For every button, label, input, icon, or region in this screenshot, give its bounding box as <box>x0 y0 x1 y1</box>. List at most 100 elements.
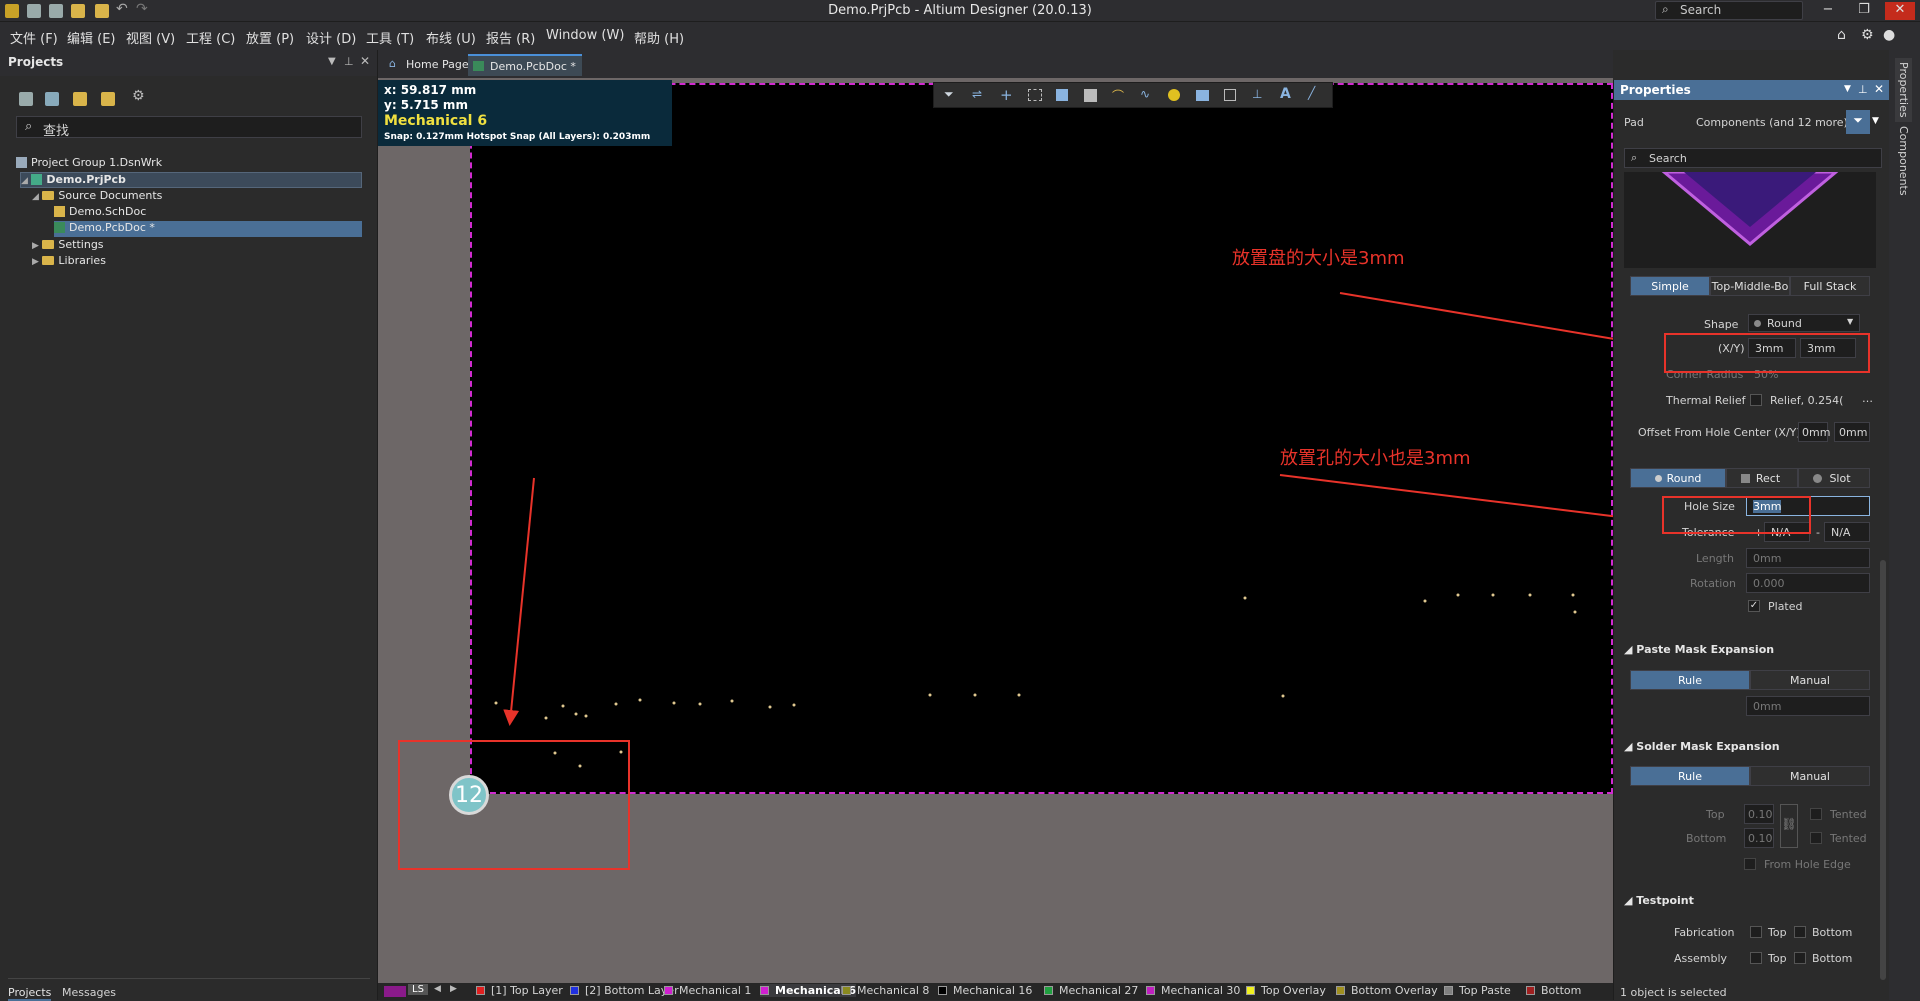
tab-messages[interactable]: Messages <box>62 986 116 999</box>
tab-simple[interactable]: Simple <box>1630 276 1710 296</box>
pin-icon[interactable]: ⊥ <box>344 55 354 68</box>
panel-menu-icon[interactable]: ▼ <box>328 56 336 67</box>
tented-bottom-checkbox[interactable] <box>1810 832 1822 844</box>
solder-manual-tab[interactable]: Manual <box>1750 766 1870 786</box>
interactive-route-icon[interactable]: ⇌ <box>972 87 982 101</box>
close-panel-icon[interactable]: ✕ <box>360 54 370 68</box>
testpoint-section[interactable]: ◢ Testpoint <box>1624 894 1694 907</box>
user-icon[interactable]: ● <box>1883 27 1895 43</box>
diff-pair-icon[interactable]: ∿ <box>1140 87 1150 101</box>
tab-pcbdoc[interactable]: Demo.PcbDoc * <box>468 54 582 76</box>
solder-top-input[interactable]: 0.10 <box>1744 804 1774 824</box>
tree-project-group[interactable]: Project Group 1.DsnWrk <box>16 156 162 172</box>
layer-tab[interactable]: Mechanical 8 <box>842 984 929 997</box>
shape-select[interactable]: Round ▼ <box>1748 314 1860 332</box>
rotation-input[interactable]: 0.000 <box>1746 573 1870 593</box>
layer-tab[interactable]: Bottom <box>1526 984 1581 997</box>
fab-top-checkbox[interactable] <box>1750 926 1762 938</box>
properties-scrollbar[interactable] <box>1880 560 1886 980</box>
collapse-icon[interactable]: ▶ <box>32 241 39 251</box>
tree-schdoc[interactable]: Demo.SchDoc <box>54 205 146 221</box>
tab-top-middle-bottom[interactable]: Top-Middle-Bo <box>1710 276 1790 296</box>
menu-view[interactable]: 视图 (V) <box>126 28 175 47</box>
tree-source-documents[interactable]: ◢ Source Documents <box>32 189 162 205</box>
add-icon[interactable]: + <box>1000 86 1013 104</box>
home-icon[interactable]: ⌂ <box>1837 27 1846 43</box>
menu-tools[interactable]: 工具 (T) <box>366 28 414 47</box>
layer-tab[interactable]: Mechanical 27 <box>1044 984 1138 997</box>
text-icon[interactable]: A <box>1280 86 1291 102</box>
close-button[interactable]: ✕ <box>1885 2 1915 20</box>
layer-tab[interactable]: Mechanical 16 <box>938 984 1032 997</box>
hole-round-tab[interactable]: Round <box>1630 468 1726 488</box>
tree-settings[interactable]: ▶ Settings <box>32 238 104 254</box>
side-tab-properties[interactable]: Properties <box>1895 58 1912 122</box>
current-layer-swatch[interactable] <box>384 986 406 997</box>
pad-icon[interactable] <box>1168 89 1180 101</box>
from-hole-edge-checkbox[interactable] <box>1744 858 1756 870</box>
filter-icon[interactable]: ⏷ <box>1846 110 1870 134</box>
layer-tab[interactable]: Top Paste <box>1444 984 1511 997</box>
save-project-icon[interactable] <box>19 92 33 106</box>
layer-prev-icon[interactable]: ◀ <box>434 984 441 994</box>
tented-top-checkbox[interactable] <box>1810 808 1822 820</box>
expand-icon[interactable]: ◢ <box>21 176 28 186</box>
tab-home-page[interactable]: ⌂ Home Page <box>384 54 475 76</box>
paste-rule-tab[interactable]: Rule <box>1630 670 1750 690</box>
menu-route[interactable]: 布线 (U) <box>426 28 476 47</box>
compile-icon[interactable] <box>45 92 59 106</box>
more-icon[interactable]: … <box>1862 392 1873 405</box>
menu-project[interactable]: 工程 (C) <box>186 28 235 47</box>
menu-help[interactable]: 帮助 (H) <box>634 28 684 47</box>
projects-search-input[interactable]: ⌕ 查找 <box>16 116 362 139</box>
link-icon[interactable]: ⛓ <box>1780 804 1798 848</box>
add-folder-icon[interactable] <box>101 92 115 106</box>
fab-bottom-checkbox[interactable] <box>1794 926 1806 938</box>
tree-libraries[interactable]: ▶ Libraries <box>32 254 106 270</box>
layer-tab[interactable]: Bottom Overlay <box>1336 984 1438 997</box>
align-icon[interactable] <box>1056 89 1068 101</box>
solder-mask-section[interactable]: ◢ Solder Mask Expansion <box>1624 740 1780 753</box>
menu-reports[interactable]: 报告 (R) <box>486 28 535 47</box>
layer-tab[interactable]: Mechanical 30 <box>1146 984 1240 997</box>
layer-tab[interactable]: [2] Bottom Layer <box>570 984 679 997</box>
filter-dropdown-icon[interactable]: ▼ <box>1872 116 1879 126</box>
minimize-button[interactable]: − <box>1813 2 1843 20</box>
paste-value-input[interactable]: 0mm <box>1746 696 1870 716</box>
menu-edit[interactable]: 编辑 (E) <box>67 28 116 47</box>
plated-checkbox[interactable]: ✓ <box>1748 600 1760 612</box>
tab-full-stack[interactable]: Full Stack <box>1790 276 1870 296</box>
tab-projects[interactable]: Projects <box>8 986 52 1001</box>
settings-icon[interactable]: ⚙ <box>132 88 145 104</box>
layer-tab[interactable]: Mechanical 1 <box>664 984 751 997</box>
hole-rect-tab[interactable]: Rect <box>1726 468 1798 488</box>
solder-rule-tab[interactable]: Rule <box>1630 766 1750 786</box>
close-panel-icon[interactable]: ✕ <box>1874 82 1884 96</box>
menu-place[interactable]: 放置 (P) <box>246 28 294 47</box>
filter-icon[interactable]: ⏷ <box>944 87 954 102</box>
polygon-icon[interactable] <box>1196 90 1209 101</box>
layer-next-icon[interactable]: ▶ <box>450 984 457 994</box>
side-tab-components[interactable]: Components <box>1895 122 1912 200</box>
global-search-input[interactable]: ⌕ Search <box>1655 1 1803 20</box>
track-icon[interactable]: ⌒ <box>1112 87 1124 104</box>
solder-bottom-input[interactable]: 0.10 <box>1744 828 1774 848</box>
collapse-icon[interactable]: ▶ <box>32 257 39 267</box>
maximize-button[interactable]: ❐ <box>1849 2 1879 20</box>
expand-icon[interactable]: ◢ <box>32 192 39 202</box>
menu-window[interactable]: Window (W) <box>546 28 624 43</box>
paste-mask-section[interactable]: ◢ Paste Mask Expansion <box>1624 643 1774 656</box>
pin-icon[interactable]: ⊥ <box>1858 83 1868 96</box>
asm-bottom-checkbox[interactable] <box>1794 952 1806 964</box>
tree-pcbdoc[interactable]: Demo.PcbDoc * <box>54 221 362 237</box>
gear-icon[interactable]: ⚙ <box>1861 27 1874 43</box>
layer-tab[interactable]: Top Overlay <box>1246 984 1326 997</box>
tree-project[interactable]: ◢ Demo.PrjPcb <box>20 172 362 188</box>
asm-top-checkbox[interactable] <box>1750 952 1762 964</box>
hole-slot-tab[interactable]: Slot <box>1798 468 1870 488</box>
offset-y-input[interactable]: 0mm <box>1834 422 1870 442</box>
line-icon[interactable]: ╱ <box>1308 86 1315 100</box>
project-options-icon[interactable] <box>73 92 87 106</box>
select-rect-icon[interactable] <box>1028 89 1042 101</box>
offset-x-input[interactable]: 0mm <box>1798 422 1830 442</box>
